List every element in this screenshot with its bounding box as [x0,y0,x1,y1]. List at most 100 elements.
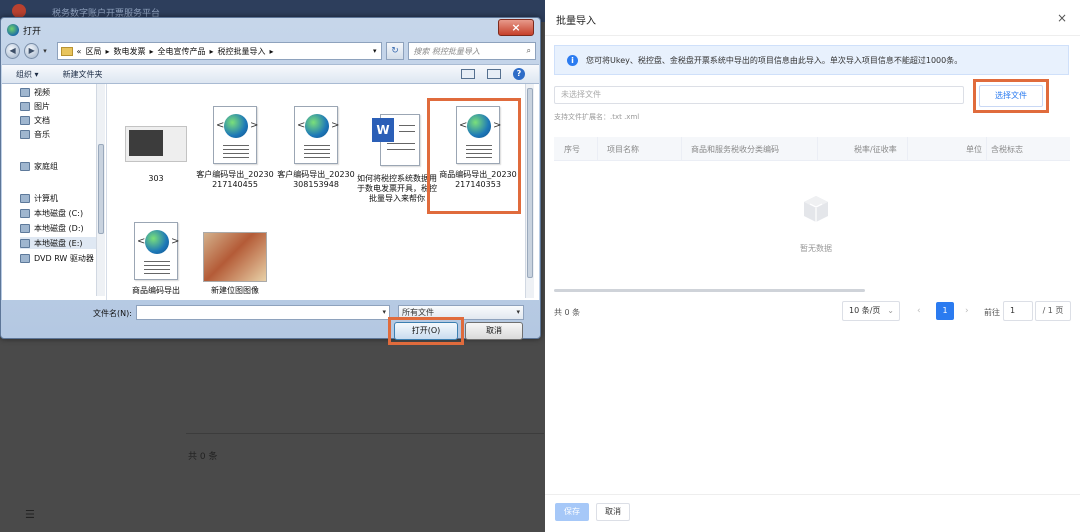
column-header: 商品和服务税收分类编码 [691,145,779,154]
globe-icon [224,114,248,138]
nav-scrollbar[interactable] [96,84,105,296]
next-page-icon[interactable]: › [965,306,969,316]
background-divider [186,433,544,434]
menu-icon[interactable]: ☰ [25,508,35,521]
column-header: 单位 [966,145,982,154]
file-item-303[interactable]: 303 [116,110,196,184]
nav-item-video[interactable]: 视频 [20,86,50,98]
file-item-customer-export-2[interactable]: < > 客户编码导出_20230308153948 [276,106,356,190]
search-input[interactable]: 搜索 税控批量导入 ⌕ [408,42,536,60]
address-bar[interactable]: « 区局 ▸ 数电发票 ▸ 全电宣传产品 ▸ 税控批量导入 ▸ ▾ [56,42,382,60]
pager-total: 共 0 条 [554,308,581,317]
html-file-icon: < > [210,106,260,166]
nav-scrollbar-thumb[interactable] [98,144,104,234]
image-thumbnail [203,227,267,282]
search-placeholder: 搜索 税控批量导入 [413,46,480,56]
nav-item-drive-c[interactable]: 本地磁盘 (C:) [20,207,83,219]
page-size-select[interactable]: 10 条/页 ⌄ [842,301,900,321]
filename-label: 文件名(N): [93,309,132,318]
highlight-open-button [388,317,464,345]
breadcrumb-item-2[interactable]: 数电发票 [113,46,145,57]
cancel-button[interactable]: 取消 [465,322,523,340]
word-file-icon: W [372,110,422,170]
breadcrumb-item-1[interactable]: 区局 [85,46,101,57]
dvd-icon [20,253,30,263]
word-icon: W [372,118,394,142]
highlight-selected-file [427,98,521,214]
extension-hint: 支持文件扩展名：.txt .xml [554,113,640,121]
nav-item-pictures[interactable]: 图片 [20,100,50,112]
nav-item-music[interactable]: 音乐 [20,128,50,140]
dialog-title: 打开 [23,26,42,37]
info-alert: i 您可将Ukey、税控盘、金税盘开票系统中导出的项目信息由此导入。单次导入项目… [554,45,1069,75]
preview-pane-icon[interactable] [487,69,501,79]
refresh-button[interactable]: ↻ [385,42,405,60]
breadcrumb-0: « [76,46,82,56]
close-icon[interactable]: × [1057,11,1067,25]
filename-input[interactable]: ▾ [136,305,390,320]
file-name: 新建位图图像 [211,286,259,295]
music-icon [20,129,30,139]
column-header: 序号 [564,145,580,154]
breadcrumb-item-4[interactable]: 税控批量导入 [218,46,266,57]
prev-page-icon[interactable]: ‹ [917,306,921,316]
dialog-bottom: 文件名(N): ▾ 所有文件 ▾ 打开(O) 取消 [2,302,539,345]
nav-item-homegroup[interactable]: 家庭组 [20,160,58,172]
file-name: 客户编码导出_20230217140455 [196,170,274,189]
save-button[interactable]: 保存 [555,503,589,521]
column-header: 税率/征收率 [854,145,897,154]
background-count: 共 0 条 [188,452,218,462]
page-number-current[interactable]: 1 [936,302,954,320]
back-button[interactable]: ◀ [5,43,21,59]
file-item-bitmap[interactable]: 新建位图图像 [195,227,275,296]
filename-dropdown-icon[interactable]: ▾ [382,308,386,316]
open-file-dialog: 打开 × ◀ ▶ ▾ « 区局 ▸ 数电发票 ▸ 全电宣传产品 ▸ 税控批量导入 ▸ ▾… [0,17,541,345]
address-row: ◀ ▶ ▾ « 区局 ▸ 数电发票 ▸ 全电宣传产品 ▸ 税控批量导入 ▸ ▾ ↻ 搜索… [5,40,536,62]
table-header: 序号 项目名称 商品和服务税收分类编码 税率/征收率 单位 含税标志 [554,137,1070,161]
batch-import-panel: 批量导入 × i 您可将Ukey、税控盘、金税盘开票系统中导出的项目信息由此导入… [545,0,1080,532]
file-name: 如何将税控系统数据用于数电发票开具，税控批量导入来帮你 [357,174,437,203]
file-name: 商品编码导出 [132,286,180,295]
nav-item-computer[interactable]: 计算机 [20,192,58,204]
help-icon[interactable]: ? [513,68,525,80]
drive-icon [20,208,30,218]
total-pages: / 1 页 [1035,301,1071,321]
file-name: 客户编码导出_20230308153948 [277,170,355,189]
navigation-pane: 视频 图片 文档 音乐 家庭组 计算机 本地磁盘 (C:) 本地磁盘 (D:) … [12,84,107,300]
organize-button[interactable]: 组织 ▾ [2,69,49,80]
nav-item-drive-e[interactable]: 本地磁盘 (E:) [20,237,104,249]
file-path-input[interactable]: 未选择文件 [554,86,964,104]
files-scrollbar-thumb[interactable] [527,88,533,278]
empty-text: 暂无数据 [800,244,832,253]
dialog-app-icon [7,24,19,36]
highlight-choose-file [973,79,1049,113]
table-scrollbar[interactable] [554,289,865,292]
video-icon [20,87,30,97]
breadcrumb-item-3[interactable]: 全电宣传产品 [157,46,205,57]
info-text: 您可将Ukey、税控盘、金税盘开票系统中导出的项目信息由此导入。单次导入项目信息… [586,55,963,65]
address-dropdown-icon[interactable]: ▾ [373,47,377,55]
view-mode-icon[interactable] [461,69,475,79]
dialog-close-button[interactable]: × [498,19,534,36]
panel-title: 批量导入 [556,16,596,27]
nav-item-drive-d[interactable]: 本地磁盘 (D:) [20,222,84,234]
file-item-customer-export-1[interactable]: < > 客户编码导出_20230217140455 [195,106,275,190]
empty-box-icon [804,196,828,222]
folder-icon [125,126,187,162]
nav-item-documents[interactable]: 文档 [20,114,50,126]
dialog-content: 视频 图片 文档 音乐 家庭组 计算机 本地磁盘 (C:) 本地磁盘 (D:) … [2,84,539,300]
search-icon: ⌕ [526,46,531,55]
goto-page-input[interactable]: 1 [1003,301,1033,321]
file-item-word-guide[interactable]: W 如何将税控系统数据用于数电发票开具，税控批量导入来帮你 [357,110,437,204]
document-icon [20,115,30,125]
nav-item-dvd[interactable]: DVD RW 驱动器 [20,252,94,264]
files-scrollbar[interactable] [525,84,534,298]
goto-label: 前往 [984,308,1000,317]
forward-button[interactable]: ▶ [24,43,40,59]
folder-thumbnail [123,110,189,170]
file-item-product-export[interactable]: < > 商品编码导出 [116,222,196,296]
folder-icon [60,46,73,56]
history-dropdown-icon[interactable]: ▾ [43,47,52,55]
panel-cancel-button[interactable]: 取消 [596,503,630,521]
new-folder-button[interactable]: 新建文件夹 [49,69,113,80]
